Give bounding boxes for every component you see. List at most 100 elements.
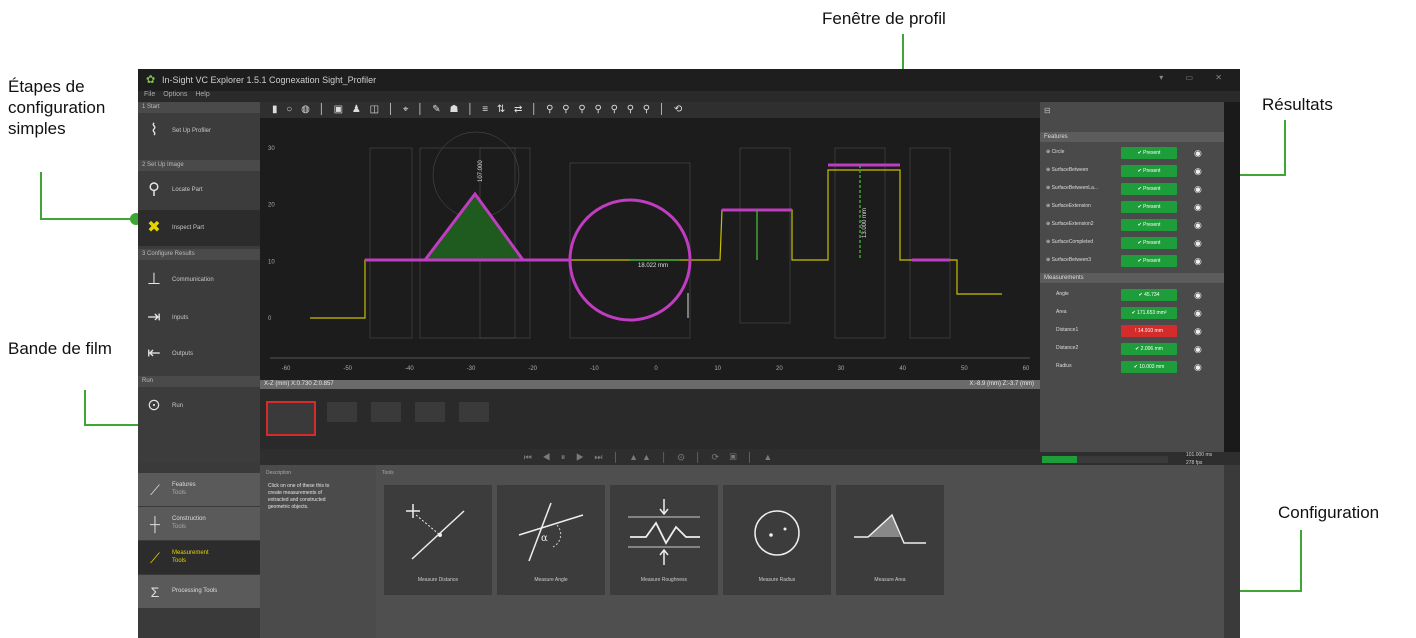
- description-text: Click on one of these this to create mea…: [268, 483, 330, 510]
- menu-file[interactable]: File: [144, 91, 155, 98]
- callout-results: Résultats: [1262, 95, 1333, 114]
- measurement-result-row[interactable]: Area ✔ 171.653 mm² ◉: [1040, 304, 1224, 322]
- menu-help[interactable]: Help: [195, 91, 209, 98]
- callout-filmstrip: Bande de film: [8, 339, 112, 358]
- film-thumb[interactable]: [458, 401, 490, 423]
- profile-plot[interactable]: -60 -50 -40 -30 -20 -10 0 10 20 30 40 50 60 30 20 10 0 1…: [260, 118, 1040, 380]
- results-toolbar-icon[interactable]: ⊟: [1044, 106, 1051, 115]
- tools-icon: ✖: [147, 219, 161, 236]
- profiler-icon: ⌇: [150, 122, 158, 139]
- film-thumb-selected[interactable]: [266, 401, 316, 436]
- construction-tool-icon: ┼: [150, 516, 160, 532]
- feature-result-row[interactable]: ⊕ SurfaceExtension ✔ Present ◉: [1040, 198, 1224, 216]
- measurement-result-row[interactable]: Radius ✔ 10.003 mm ◉: [1040, 358, 1224, 376]
- card-measure-distance[interactable]: Measure Distance: [384, 485, 492, 595]
- eye-icon[interactable]: ◉: [1194, 343, 1202, 355]
- feature-name: ⊕ Circle: [1046, 149, 1065, 155]
- measurement-name: Area: [1056, 309, 1067, 315]
- eye-icon[interactable]: ◉: [1194, 147, 1202, 159]
- x-tick-label: -30: [467, 366, 476, 372]
- eye-icon[interactable]: ◉: [1194, 289, 1202, 301]
- window-controls[interactable]: ▾ ▭ ✕: [1159, 73, 1232, 82]
- card-measure-radius[interactable]: Measure Radius: [723, 485, 831, 595]
- eye-icon[interactable]: ◉: [1194, 325, 1202, 337]
- feature-name: ⊕ SurfaceExtension: [1046, 203, 1091, 209]
- eye-icon[interactable]: ◉: [1194, 255, 1202, 267]
- measurement-result-row[interactable]: Distance1 ! 14.910 mm ◉: [1040, 322, 1224, 340]
- progress-bar: [1042, 456, 1168, 463]
- feature-name: ⊕ SurfaceExtension2: [1046, 221, 1094, 227]
- roughness-icon: [628, 499, 700, 565]
- x-tick-label: 30: [838, 366, 845, 372]
- card-measure-area[interactable]: Measure Area: [836, 485, 944, 595]
- menu-bar: File Options Help: [138, 91, 1240, 102]
- profile-toolbar[interactable]: ▮ ○ ◍ │ ▣ ♟ ◫ │ ⌖ │ ✎ ☗ │ ≡ ⇅ ⇄ │ ⚲ ⚲ ⚲ …: [260, 102, 1040, 118]
- tool-cat-processing[interactable]: Σ Processing Tools: [138, 575, 260, 609]
- measurement-tool-icon: ⟋: [150, 550, 160, 566]
- profile-window[interactable]: -60 -50 -40 -30 -20 -10 0 10 20 30 40 50 60 30 20 10 0 1…: [260, 118, 1040, 380]
- y-tick-label: 0: [268, 316, 272, 322]
- outputs-icon: ⇤: [147, 345, 161, 362]
- tool-cat-sub: Tools: [172, 524, 187, 530]
- feature-result-row[interactable]: ⊕ SurfaceCompleted ✔ Present ◉: [1040, 234, 1224, 252]
- feature-result-row[interactable]: ⊕ Circle ✔ Present ◉: [1040, 144, 1224, 162]
- status-badge: ✔ Present: [1121, 201, 1177, 213]
- step-label: Set Up Profiler: [172, 128, 212, 134]
- progress-fill: [1042, 456, 1078, 463]
- tool-categories: ⟋ Features Tools ┼ Construction Tools ⟋ …: [138, 465, 260, 638]
- tool-cat-measurement[interactable]: ⟋ Measurement Tools: [138, 541, 260, 575]
- card-measure-roughness[interactable]: Measure Roughness: [610, 485, 718, 595]
- tool-description: Description Click on one of these this t…: [260, 465, 377, 638]
- step-outputs[interactable]: ⇤ Outputs: [138, 336, 260, 372]
- step-run[interactable]: ⊙ Run: [138, 388, 260, 424]
- measurement-name: Radius: [1056, 363, 1072, 369]
- step-label: Inspect Part: [172, 225, 205, 231]
- status-right: X:-8.9 (mm) Z:-3.7 (mm): [969, 381, 1034, 387]
- film-thumb[interactable]: [414, 401, 446, 423]
- leader-steps-h: [40, 218, 136, 220]
- card-label: Measure Distance: [417, 577, 459, 583]
- filmstrip: [260, 389, 1040, 449]
- menu-options[interactable]: Options: [163, 91, 187, 98]
- eye-icon[interactable]: ◉: [1194, 165, 1202, 177]
- feature-result-row[interactable]: ⊕ SurfaceBetweenLa... ✔ Present ◉: [1040, 180, 1224, 198]
- profile-status-bar: X-Z (mm) X:0.730 Z:0.857 X:-8.9 (mm) Z:-…: [260, 380, 1040, 389]
- eye-icon[interactable]: ◉: [1194, 201, 1202, 213]
- measurement-name: Distance1: [1056, 327, 1079, 333]
- tool-cat-label: Measurement: [172, 550, 209, 556]
- step-inputs[interactable]: ⇥ Inputs: [138, 300, 260, 336]
- feature-result-row[interactable]: ⊕ SurfaceBetween3 ✔ Present ◉: [1040, 252, 1224, 270]
- feature-result-row[interactable]: ⊕ SurfaceExtension2 ✔ Present ◉: [1040, 216, 1224, 234]
- film-thumb[interactable]: [370, 401, 402, 423]
- eye-icon[interactable]: ◉: [1194, 237, 1202, 249]
- measurement-result-row[interactable]: Angle ✔ 45.734 ◉: [1040, 286, 1224, 304]
- measurement-name: Angle: [1056, 291, 1069, 297]
- leader-film-v: [84, 390, 86, 426]
- profile-line: [310, 169, 1002, 319]
- playback-controls[interactable]: ⏮ ◀ ⏸ ▶ ⏭ │ ▲▲ │ ⚙ │ ⟳ ▣ │ ▲: [260, 449, 1040, 465]
- measurement-result-row[interactable]: Distance2 ✔ 2.006 mm ◉: [1040, 340, 1224, 358]
- eye-icon[interactable]: ◉: [1194, 219, 1202, 231]
- card-label: Measure Radius: [758, 577, 796, 583]
- magnifier-icon: ⚲: [148, 181, 160, 198]
- section-configure-results: 3 Configure Results: [138, 249, 260, 260]
- step-label: Communication: [172, 277, 214, 283]
- card-measure-angle[interactable]: α Measure Angle: [497, 485, 605, 595]
- film-thumb[interactable]: [326, 401, 358, 423]
- step-communication[interactable]: ⊥ Communication: [138, 262, 260, 298]
- eye-icon[interactable]: ◉: [1194, 307, 1202, 319]
- tools-gallery: Tools Measure Distance α Measure Angle M…: [376, 465, 1240, 638]
- eye-icon[interactable]: ◉: [1194, 361, 1202, 373]
- y-tick-label: 10: [268, 259, 275, 265]
- step-locate-part[interactable]: ⚲ Locate Part: [138, 172, 260, 208]
- step-setup-profiler[interactable]: ⌇ Set Up Profiler: [138, 113, 260, 149]
- x-tick-label: 20: [776, 366, 783, 372]
- tool-cat-label: Construction: [172, 516, 206, 522]
- value-badge: ✔ 45.734: [1121, 289, 1177, 301]
- tool-cat-features[interactable]: ⟋ Features Tools: [138, 473, 260, 507]
- step-inspect-part[interactable]: ✖ Inspect Part: [138, 210, 260, 246]
- eye-icon[interactable]: ◉: [1194, 183, 1202, 195]
- height-label: 13.000 mm: [862, 208, 868, 238]
- tool-cat-construction[interactable]: ┼ Construction Tools: [138, 507, 260, 541]
- feature-result-row[interactable]: ⊕ SurfaceBetween ✔ Present ◉: [1040, 162, 1224, 180]
